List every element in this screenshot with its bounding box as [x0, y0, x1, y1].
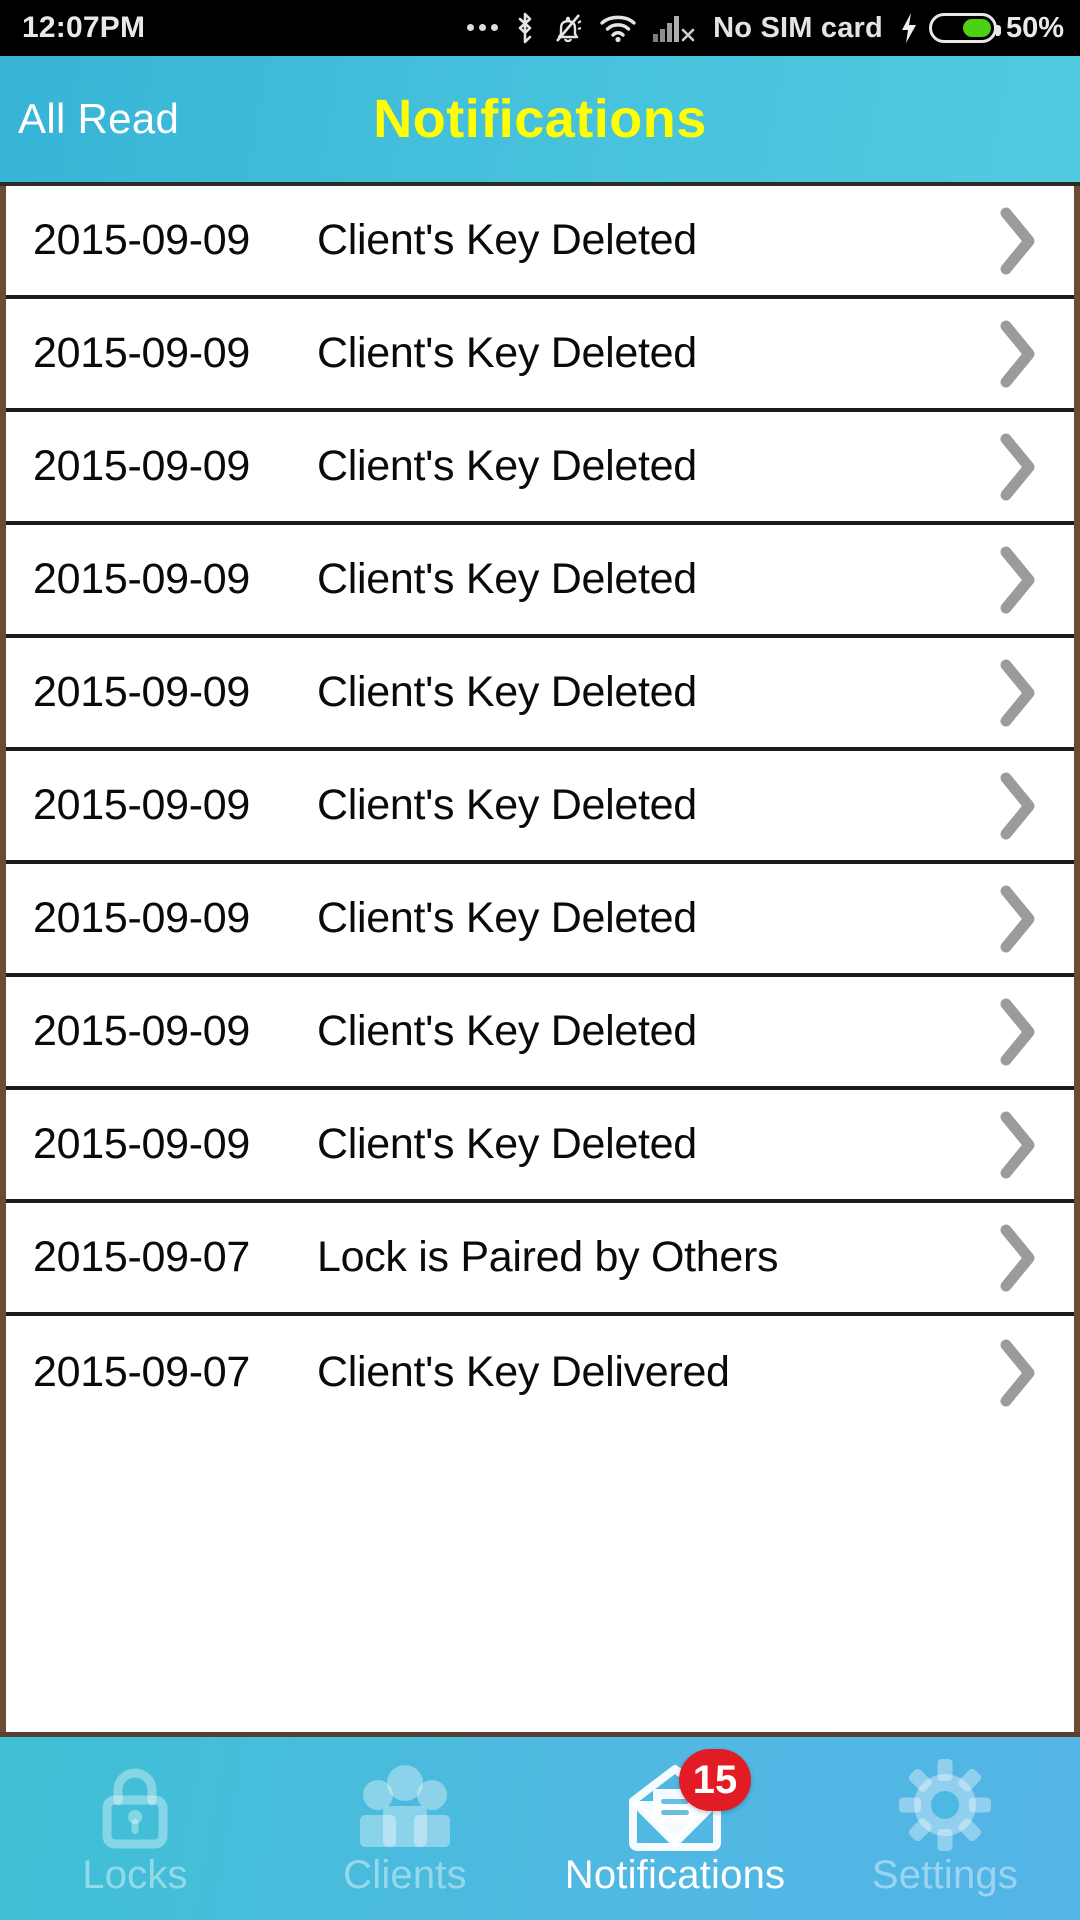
- notification-date: 2015-09-09: [33, 216, 250, 264]
- notification-row[interactable]: 2015-09-09 Client's Key Deleted: [6, 1090, 1074, 1203]
- tab-label: Clients: [343, 1853, 467, 1897]
- battery-fill: [962, 19, 991, 37]
- notification-message: Client's Key Deleted: [317, 1120, 697, 1168]
- notification-date: 2015-09-07: [33, 1348, 250, 1396]
- notification-message: Client's Key Deleted: [317, 1007, 697, 1055]
- chevron-right-icon[interactable]: [992, 431, 1044, 503]
- notification-date: 2015-09-09: [33, 668, 250, 716]
- wifi-icon: [599, 12, 637, 44]
- notification-list[interactable]: 2015-09-09 Client's Key Deleted 2015-09-09…: [0, 186, 1080, 1732]
- notification-date: 2015-09-09: [33, 442, 250, 490]
- chevron-right-icon[interactable]: [992, 205, 1044, 277]
- notification-date: 2015-09-09: [33, 329, 250, 377]
- notification-badge: 15: [679, 1749, 751, 1811]
- signal-no-service-icon: [652, 12, 696, 44]
- app-screen: 12:07PM No SIM card 50% All Read Notific…: [0, 0, 1080, 1920]
- notification-message: Client's Key Deleted: [317, 668, 697, 716]
- chevron-right-icon[interactable]: [992, 996, 1044, 1068]
- notification-row[interactable]: 2015-09-09 Client's Key Deleted: [6, 525, 1074, 638]
- notification-row[interactable]: 2015-09-09 Client's Key Deleted: [6, 638, 1074, 751]
- chevron-right-icon[interactable]: [992, 1109, 1044, 1181]
- charging-bolt-icon: [898, 11, 920, 45]
- battery-status: 50%: [898, 11, 1064, 45]
- notification-row[interactable]: 2015-09-09 Client's Key Deleted: [6, 299, 1074, 412]
- chevron-right-icon[interactable]: [992, 1337, 1044, 1409]
- chevron-right-icon[interactable]: [992, 1222, 1044, 1294]
- status-time: 12:07PM: [22, 11, 146, 44]
- chevron-right-icon[interactable]: [992, 770, 1044, 842]
- notification-message: Client's Key Deleted: [317, 329, 697, 377]
- chevron-right-icon[interactable]: [992, 318, 1044, 390]
- notification-message: Client's Key Deleted: [317, 781, 697, 829]
- bluetooth-icon: [513, 10, 537, 46]
- notification-date: 2015-09-09: [33, 555, 250, 603]
- notification-date: 2015-09-07: [33, 1233, 250, 1281]
- notification-date: 2015-09-09: [33, 1007, 250, 1055]
- notification-row[interactable]: 2015-09-09 Client's Key Deleted: [6, 751, 1074, 864]
- notification-message: Client's Key Deleted: [317, 216, 697, 264]
- notification-row[interactable]: 2015-09-09 Client's Key Deleted: [6, 977, 1074, 1090]
- envelope-icon: 15: [623, 1749, 751, 1857]
- notification-message: Client's Key Deleted: [317, 442, 697, 490]
- tab-settings[interactable]: Settings: [810, 1737, 1080, 1920]
- notification-date: 2015-09-09: [33, 1120, 250, 1168]
- battery-percent: 50%: [1005, 11, 1064, 44]
- battery-icon: [928, 13, 1001, 43]
- notification-row[interactable]: 2015-09-09 Client's Key Deleted: [6, 186, 1074, 299]
- gear-icon: [896, 1753, 994, 1857]
- notification-message: Client's Key Delivered: [317, 1348, 730, 1396]
- bottom-navigation: Locks Clients 15 Notifications Settings: [0, 1732, 1080, 1920]
- app-header: All Read Notifications: [0, 56, 1080, 186]
- tab-clients[interactable]: Clients: [270, 1737, 540, 1920]
- chevron-right-icon[interactable]: [992, 657, 1044, 729]
- tab-label: Settings: [871, 1853, 1019, 1897]
- notification-message: Client's Key Deleted: [317, 894, 697, 942]
- tab-label: Notifications: [564, 1853, 786, 1897]
- tab-notifications[interactable]: 15 Notifications: [540, 1737, 810, 1920]
- all-read-button[interactable]: All Read: [18, 95, 179, 143]
- chevron-right-icon[interactable]: [992, 544, 1044, 616]
- notification-date: 2015-09-09: [33, 781, 250, 829]
- notification-row[interactable]: 2015-09-07 Client's Key Delivered: [6, 1316, 1074, 1429]
- tab-label: Locks: [82, 1853, 188, 1897]
- notification-row[interactable]: 2015-09-07 Lock is Paired by Others: [6, 1203, 1074, 1316]
- tab-locks[interactable]: Locks: [0, 1737, 270, 1920]
- people-icon: [350, 1753, 460, 1857]
- notification-date: 2015-09-09: [33, 894, 250, 942]
- status-bar: 12:07PM No SIM card 50%: [0, 0, 1080, 56]
- carrier-label: No SIM card: [713, 11, 883, 44]
- notification-message: Lock is Paired by Others: [317, 1233, 779, 1281]
- notification-row[interactable]: 2015-09-09 Client's Key Deleted: [6, 864, 1074, 977]
- more-dots-icon: [467, 23, 499, 33]
- notification-message: Client's Key Deleted: [317, 555, 697, 603]
- lock-icon: [87, 1753, 183, 1857]
- mute-bell-icon: [552, 10, 584, 46]
- chevron-right-icon[interactable]: [992, 883, 1044, 955]
- status-icons: No SIM card 50%: [467, 10, 1064, 46]
- notification-row[interactable]: 2015-09-09 Client's Key Deleted: [6, 412, 1074, 525]
